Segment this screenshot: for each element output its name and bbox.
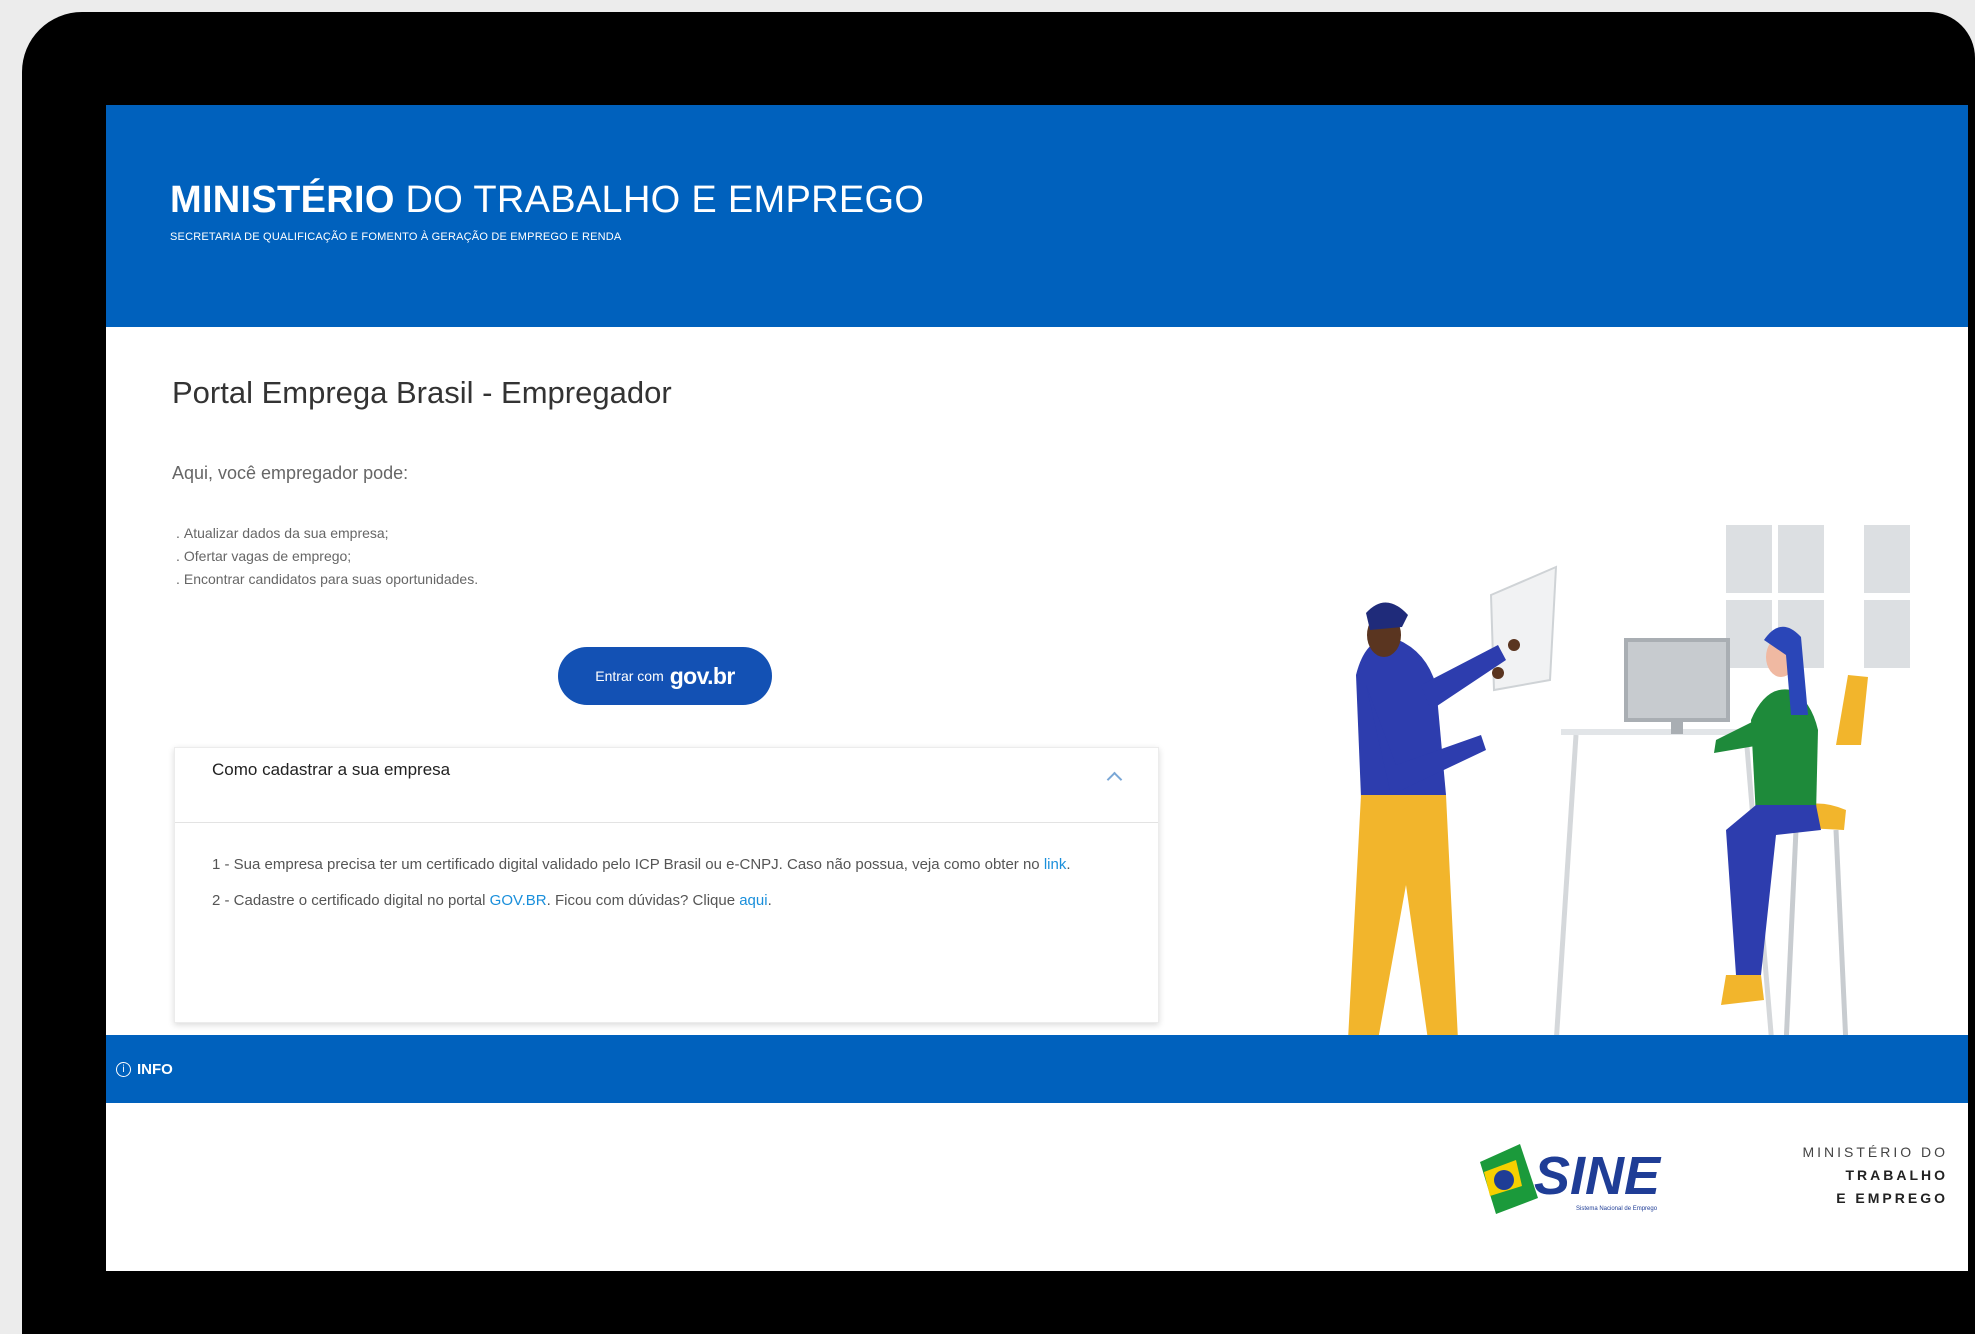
sine-logo-text: SINE <box>1534 1146 1662 1206</box>
govbr-logo: gov.br <box>669 662 736 689</box>
header-banner: MINISTÉRIO DO TRABALHO E EMPREGO SECRETA… <box>106 105 1968 327</box>
accordion-body: 1 - Sua empresa precisa ter um certifica… <box>212 853 1112 925</box>
ministry-title: MINISTÉRIO DO TRABALHO E EMPREGO <box>170 179 924 222</box>
step-2-mid: . Ficou com dúvidas? Clique <box>546 892 740 909</box>
sine-logo: SINE Sistema Nacional de Emprego <box>1480 1144 1662 1214</box>
certificate-link[interactable]: link <box>1044 856 1067 873</box>
page-title: Portal Emprega Brasil - Empregador <box>172 375 672 410</box>
ministry-logo-line: TRABALHO <box>1845 1167 1948 1183</box>
sine-logo-subtitle: Sistema Nacional de Emprego <box>1576 1206 1658 1212</box>
step-1: 1 - Sua empresa precisa ter um certifica… <box>212 853 1112 876</box>
ministry-title-bold: MINISTÉRIO <box>170 179 395 221</box>
feature-item: Atualizar dados da sua empresa; <box>176 522 478 545</box>
step-1-end: . <box>1066 856 1071 873</box>
footer-logos: SINE Sistema Nacional de Emprego MINISTÉ… <box>106 1103 1968 1271</box>
info-icon: i <box>116 1061 131 1077</box>
step-1-text: 1 - Sua empresa precisa ter um certifica… <box>212 856 1044 873</box>
accordion-header[interactable]: Como cadastrar a sua empresa <box>175 748 1158 823</box>
ministry-logo-line: MINISTÉRIO DO <box>1802 1144 1948 1160</box>
ministry-title-rest: DO TRABALHO E EMPREGO <box>394 179 925 221</box>
info-bar[interactable]: i INFO <box>106 1035 1968 1103</box>
govbr-portal-link[interactable]: GOV.BR <box>490 892 547 909</box>
ministry-logo-line: E EMPREGO <box>1836 1190 1948 1206</box>
login-button-label: Entrar com <box>595 668 664 684</box>
step-2-text: 2 - Cadastre o certificado digital no po… <box>212 892 490 909</box>
accordion-register-company: Como cadastrar a sua empresa 1 - Sua emp… <box>174 747 1159 1023</box>
feature-item: Encontrar candidatos para suas oportunid… <box>176 568 478 591</box>
screen: MINISTÉRIO DO TRABALHO E EMPREGO SECRETA… <box>106 105 1968 1271</box>
accordion-title: Como cadastrar a sua empresa <box>212 760 451 779</box>
device-frame: MINISTÉRIO DO TRABALHO E EMPREGO SECRETA… <box>22 12 1975 1334</box>
info-label: INFO <box>137 1060 173 1078</box>
chevron-up-icon[interactable] <box>1106 771 1123 788</box>
feature-list: Atualizar dados da sua empresa; Ofertar … <box>176 522 478 591</box>
step-2: 2 - Cadastre o certificado digital no po… <box>212 889 1112 912</box>
ministry-logo: MINISTÉRIO DO TRABALHO E EMPREGO <box>1740 1141 1948 1210</box>
login-govbr-button[interactable]: Entrar com gov.br <box>558 647 772 705</box>
help-link[interactable]: aqui <box>739 892 767 909</box>
intro-text: Aqui, você empregador pode: <box>172 463 409 483</box>
ministry-subtitle: SECRETARIA DE QUALIFICAÇÃO E FOMENTO À G… <box>170 231 622 243</box>
office-illustration <box>1216 525 1968 1078</box>
feature-item: Ofertar vagas de emprego; <box>176 545 478 568</box>
step-2-end: . <box>767 892 772 909</box>
